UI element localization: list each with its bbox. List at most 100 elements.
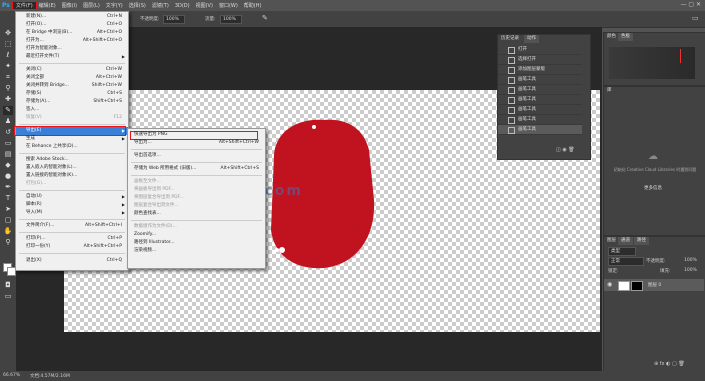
layer-actions-icon[interactable]: ⊕ fx ◐ ▢ 🗑 — [654, 361, 685, 367]
quick-mask-icon[interactable]: ◘ — [3, 281, 13, 290]
menu-item-close[interactable]: 关闭(C) Ctrl+W — [16, 66, 128, 74]
color-spectrum[interactable] — [609, 47, 695, 79]
layer-opacity-value[interactable]: 100% — [684, 258, 697, 263]
layer-kind-filter[interactable]: 类型 — [608, 247, 636, 256]
history-actions-icon[interactable]: ◫ ◉ 🗑 — [556, 147, 575, 153]
airbrush-icon[interactable]: ✎ — [262, 14, 268, 22]
crop-tool-icon[interactable]: ⌗ — [3, 73, 13, 82]
menu-view[interactable]: 视图(V) — [193, 2, 216, 9]
menu-item-place-embedded[interactable]: 置入嵌入的智能对象(L)... — [16, 164, 128, 172]
menu-item-layer-comps-to-pdf[interactable]: 将图层复合导出到 PDF... — [128, 194, 265, 202]
menu-window[interactable]: 窗口(W) — [216, 2, 241, 9]
window-controls-icon[interactable]: — ▢ ✕ — [680, 1, 701, 8]
menu-item-recent-files[interactable]: 最近打开文件(T) ▶ — [16, 53, 128, 61]
layer-row[interactable]: ◉ 图层 0 — [604, 279, 704, 291]
document-size[interactable]: 文档:4.57M/2.16M — [30, 373, 70, 379]
menu-item-open-smart-object[interactable]: 打开为智能对象... — [16, 45, 128, 53]
path-selection-icon[interactable]: ➤ — [3, 205, 13, 214]
history-item[interactable]: 画笔工具 — [498, 115, 582, 125]
menu-item-new[interactable]: 新建(N)... Ctrl+N — [16, 13, 128, 21]
menu-item-open-as[interactable]: 打开为... Alt+Shift+Ctrl+O — [16, 37, 128, 45]
dodge-tool-icon[interactable]: ● — [3, 172, 13, 181]
menu-item-zoomify[interactable]: Zoomify... — [128, 231, 265, 239]
move-tool-icon[interactable]: ✥ — [3, 29, 13, 38]
menu-help[interactable]: 帮助(H) — [241, 2, 265, 9]
menu-item-quick-export-png[interactable]: 快速导出为 PNG — [128, 131, 265, 140]
menu-type[interactable]: 文字(Y) — [103, 2, 126, 9]
blend-mode-select[interactable]: 正常 — [608, 257, 644, 266]
menu-item-save-for-web[interactable]: 存储为 Web 所用格式 (旧版)... Alt+Shift+Ctrl+S — [128, 165, 265, 173]
magic-wand-tool-icon[interactable]: ✦ — [3, 62, 13, 71]
visibility-eye-icon[interactable]: ◉ — [607, 281, 612, 288]
menu-item-exit[interactable]: 退出(X) Ctrl+Q — [16, 257, 128, 265]
fill-value[interactable]: 100% — [684, 268, 697, 273]
hand-tool-icon[interactable]: ✋ — [3, 227, 13, 236]
tab-color[interactable]: 颜色 — [604, 33, 619, 41]
history-item[interactable]: 画笔工具 — [498, 95, 582, 105]
gradient-tool-icon[interactable]: ▤ — [3, 150, 13, 159]
history-item[interactable]: 选择打开 — [498, 55, 582, 65]
menu-item-export[interactable]: 导出(E) ▶ — [14, 126, 128, 136]
menu-item-share-behance[interactable]: 在 Behance 上共享(D)... — [16, 143, 128, 151]
history-item[interactable]: 画笔工具 — [498, 75, 582, 85]
eyedropper-tool-icon[interactable]: ⚲ — [3, 84, 13, 93]
layer-name[interactable]: 图层 0 — [648, 282, 661, 288]
menu-item-print[interactable]: 打印(P)... Ctrl+P — [16, 235, 128, 243]
brush-tool-icon[interactable]: ✎ — [3, 106, 13, 115]
stamp-tool-icon[interactable]: ♟ — [3, 117, 13, 126]
zoom-level[interactable]: 66.67% — [3, 373, 20, 378]
menu-item-place-linked[interactable]: 置入链接的智能对象(K)... — [16, 172, 128, 180]
workspace-icon[interactable]: ▭ — [692, 14, 699, 22]
tab-paths[interactable]: 路径 — [634, 237, 649, 245]
menu-item-artboards-to-pdf[interactable]: 将画板导出到 PDF... — [128, 186, 265, 194]
history-item[interactable]: 画笔工具 — [498, 105, 582, 115]
menu-item-paths-to-illustrator[interactable]: 路径到 Illustrator... — [128, 239, 265, 247]
menu-item-close-all[interactable]: 关闭全部 Alt+Ctrl+W — [16, 74, 128, 82]
history-item[interactable]: 画笔工具 — [498, 125, 582, 135]
menu-select[interactable]: 选择(S) — [126, 2, 149, 9]
screen-mode-icon[interactable]: ▭ — [3, 292, 13, 301]
history-brush-icon[interactable]: ↺ — [3, 128, 13, 137]
menu-item-render-video[interactable]: 渲染视频... — [128, 247, 265, 255]
history-item[interactable]: 添加图层蒙版 — [498, 65, 582, 75]
menu-item-print-one[interactable]: 打印一份(Y) Alt+Shift+Ctrl+P — [16, 243, 128, 251]
zoom-tool-icon[interactable]: ⚲ — [3, 238, 13, 247]
menu-item-export-as[interactable]: 导出为... Alt+Shift+Ctrl+W — [128, 139, 265, 147]
lasso-tool-icon[interactable]: ℓ — [3, 51, 13, 60]
menu-item-file-info[interactable]: 文件简介(F)... Alt+Shift+Ctrl+I — [16, 222, 128, 230]
blur-tool-icon[interactable]: ◆ — [3, 161, 13, 170]
eraser-tool-icon[interactable]: ▭ — [3, 139, 13, 148]
history-item[interactable]: 打开 — [498, 45, 582, 55]
menu-image[interactable]: 图像(I) — [59, 2, 80, 9]
menu-item-check-in[interactable]: 签入... — [16, 106, 128, 114]
type-tool-icon[interactable]: T — [3, 194, 13, 203]
menu-item-revert[interactable]: 恢复(V) F12 — [16, 114, 128, 122]
menu-3d[interactable]: 3D(D) — [172, 3, 193, 9]
menu-item-package[interactable]: 打包(G)... — [16, 180, 128, 188]
pen-tool-icon[interactable]: ✒ — [3, 183, 13, 192]
menu-item-open[interactable]: 打开(O)... Ctrl+O — [16, 21, 128, 29]
menu-item-layer-comps-to-files[interactable]: 图层复合导出到文件... — [128, 202, 265, 210]
menu-file[interactable]: 文件(F) — [11, 1, 37, 10]
tab-history[interactable]: 历史记录 — [498, 35, 522, 43]
more-info-link[interactable]: 更多信息 — [644, 185, 662, 191]
menu-item-browse-bridge[interactable]: 在 Bridge 中浏览(B)... Alt+Ctrl+O — [16, 29, 128, 37]
menu-item-export-preferences[interactable]: 导出首选项... — [128, 152, 265, 160]
menu-item-generate[interactable]: 生成 ▶ — [16, 135, 128, 143]
menu-item-search-stock[interactable]: 搜索 Adobe Stock... — [16, 156, 128, 164]
history-item[interactable]: 画笔工具 — [498, 85, 582, 95]
healing-tool-icon[interactable]: ✚ — [3, 95, 13, 104]
tab-libraries[interactable]: 库 — [604, 87, 615, 95]
tab-actions[interactable]: 动作 — [524, 35, 539, 43]
menu-item-artboards-to-files[interactable]: 画板至文件... — [128, 178, 265, 186]
menu-filter[interactable]: 滤镜(T) — [149, 2, 172, 9]
menu-item-scripts[interactable]: 脚本(R) ▶ — [16, 201, 128, 209]
menu-item-data-sets[interactable]: 数据组作为文件(D)... — [128, 223, 265, 231]
menu-layer[interactable]: 图层(L) — [80, 2, 103, 9]
menu-item-color-lookup[interactable]: 颜色查找表... — [128, 210, 265, 218]
menu-item-automate[interactable]: 自动(U) ▶ — [16, 193, 128, 201]
tab-channels[interactable]: 通道 — [618, 237, 633, 245]
tab-layers[interactable]: 图层 — [604, 237, 619, 245]
tab-swatches[interactable]: 色板 — [618, 33, 633, 41]
menu-item-save-as[interactable]: 存储为(A)... Shift+Ctrl+S — [16, 98, 128, 106]
